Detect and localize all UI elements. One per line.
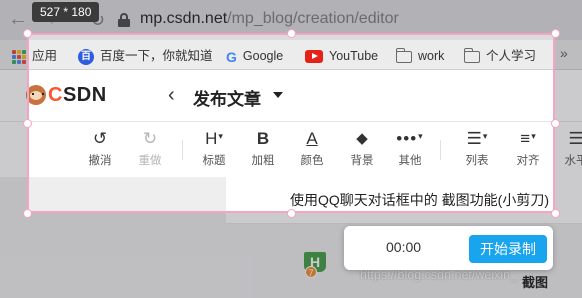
resize-handle[interactable] — [287, 209, 296, 218]
screenshot-selection[interactable] — [27, 33, 555, 213]
resize-handle[interactable] — [551, 209, 560, 218]
resize-handle[interactable] — [23, 119, 32, 128]
start-recording-button[interactable]: 开始录制 — [469, 235, 547, 263]
resize-handle[interactable] — [551, 119, 560, 128]
selection-size-label: 527 * 180 — [32, 2, 100, 22]
resize-handle[interactable] — [23, 209, 32, 218]
screen: ← → ↻ mp.csdn.net/mp_blog/creation/edito… — [0, 0, 582, 298]
resize-handle[interactable] — [23, 29, 32, 38]
screenshot-label: 截图 — [522, 275, 549, 290]
recorder-timer: 00:00 — [386, 239, 422, 255]
resize-handle[interactable] — [551, 29, 560, 38]
resize-handle[interactable] — [287, 29, 296, 38]
recorder-popup: 00:00 开始录制 — [344, 226, 553, 270]
